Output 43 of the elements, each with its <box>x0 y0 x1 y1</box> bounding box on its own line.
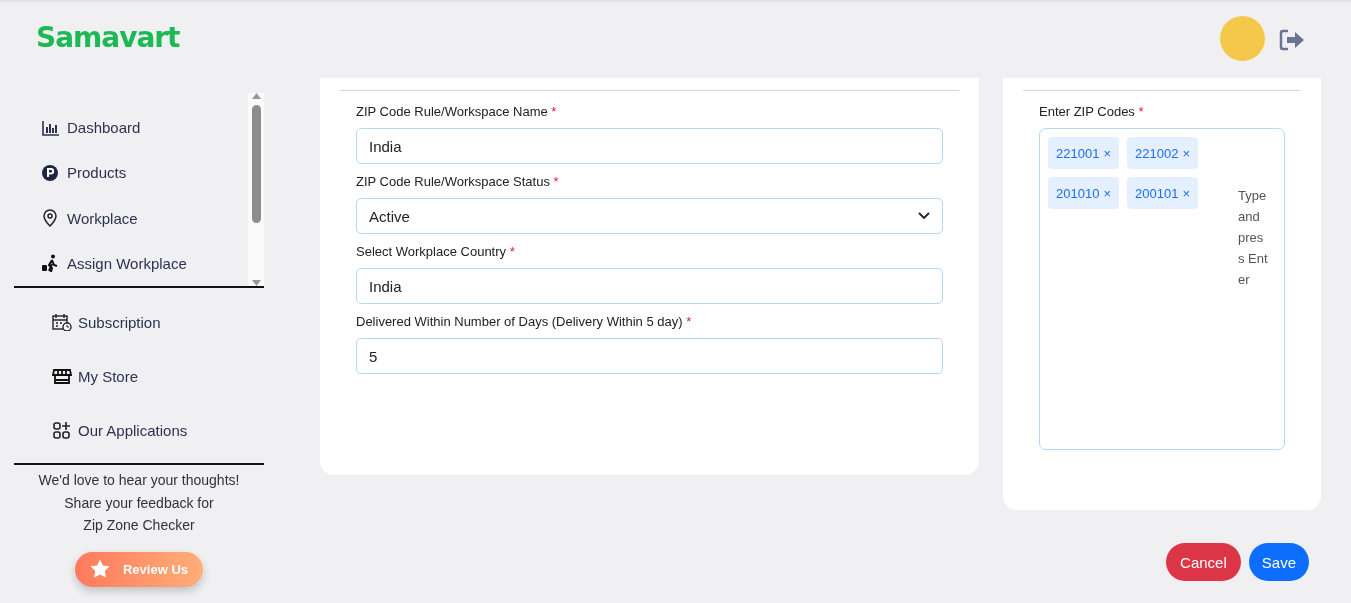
sidebar-item[interactable]: Subscription <box>52 295 264 349</box>
zip-code-tag: 200101 × <box>1127 177 1198 209</box>
sidebar-item[interactable]: Dashboard <box>41 105 248 151</box>
sidebar-item[interactable]: Assign Workplace <box>41 240 248 286</box>
sidebar-item[interactable]: Products <box>41 150 248 196</box>
sidebar-item[interactable]: My Store <box>52 349 264 403</box>
input-field[interactable]: 5 <box>356 338 943 374</box>
cancel-button[interactable]: Cancel <box>1166 543 1241 581</box>
p-circle-icon <box>41 163 61 182</box>
sidebar-item[interactable]: Workplace <box>41 195 248 241</box>
remove-tag-button[interactable]: × <box>1182 185 1190 201</box>
feedback-text: Share your feedback for <box>63 493 215 513</box>
zip-codes-field[interactable]: 221001 × 221002 × 201010 × 200101 × Type and press Enter <box>1039 128 1285 450</box>
field-label: Delivered Within Number of Days (Delivery Within 5 day) * <box>356 314 693 329</box>
zip-code-tag: 201010 × <box>1048 177 1119 209</box>
remove-tag-button[interactable]: × <box>1103 145 1111 161</box>
save-button[interactable]: Save <box>1248 543 1309 581</box>
samavart-logo: Samavart <box>36 20 180 54</box>
zip-code-tag: 221002 × <box>1127 137 1198 169</box>
remove-tag-button[interactable]: × <box>1103 185 1111 201</box>
field-label: Select Workplace Country * <box>356 244 516 259</box>
star-icon <box>88 558 111 580</box>
sidebar-item[interactable]: Our Applications <box>52 403 264 457</box>
field-label: ZIP Code Rule/Workspace Status * <box>356 174 560 189</box>
apps-grid-icon <box>52 421 72 439</box>
scroll-up-icon[interactable] <box>251 93 261 99</box>
scroll-down-icon[interactable] <box>251 280 261 286</box>
zip-code-tag: 221001 × <box>1048 137 1119 169</box>
chevron-down-icon <box>918 212 930 220</box>
remove-tag-button[interactable]: × <box>1182 145 1190 161</box>
feedback-text: We'd love to hear your thoughts! <box>37 471 241 490</box>
avatar[interactable] <box>1220 15 1265 61</box>
scrollbar[interactable] <box>248 93 264 286</box>
field-label: ZIP Code Rule/Workspace Name * <box>356 104 558 119</box>
status-dropdown[interactable]: Active <box>356 198 943 234</box>
calendar-clock-icon <box>52 313 72 331</box>
store-icon <box>52 367 72 385</box>
input-field[interactable]: India <box>356 128 943 164</box>
logout-icon[interactable] <box>1279 29 1305 51</box>
feedback-text: Zip Zone Checker <box>82 516 196 535</box>
field-label: Enter ZIP Codes * <box>1039 104 1145 119</box>
input-field[interactable]: India <box>356 268 943 304</box>
chart-icon <box>41 118 61 137</box>
